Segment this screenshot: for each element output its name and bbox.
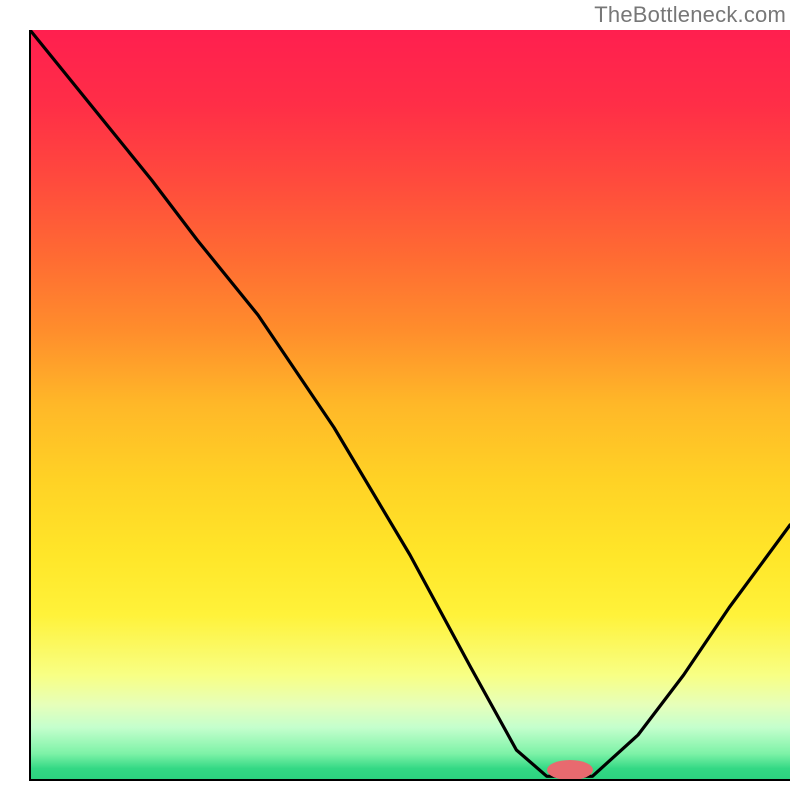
watermark-text: TheBottleneck.com bbox=[594, 2, 786, 28]
plot-background-gradient bbox=[30, 30, 790, 780]
optimal-point-marker bbox=[547, 760, 593, 780]
bottleneck-chart bbox=[0, 0, 800, 800]
